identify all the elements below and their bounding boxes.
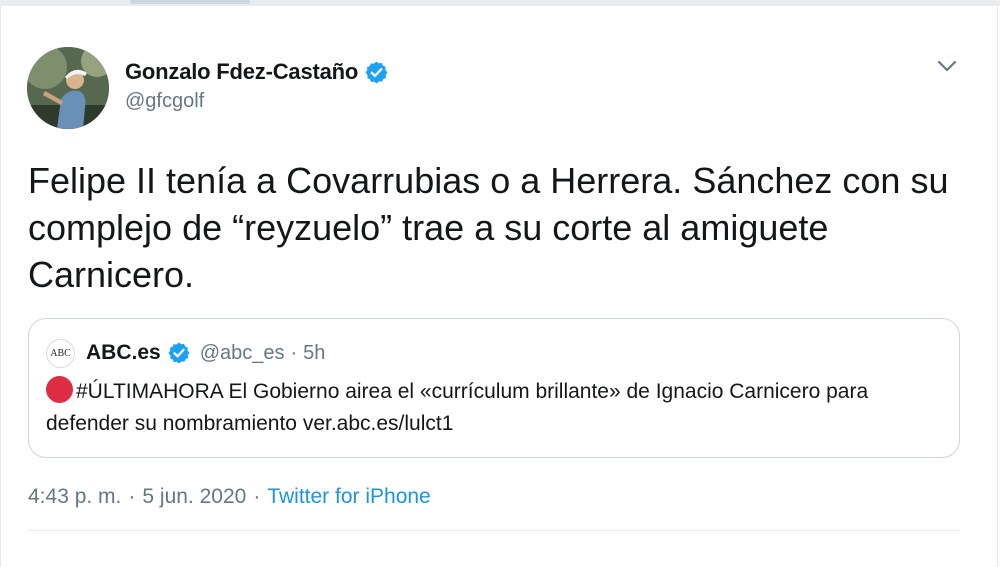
author-avatar[interactable] [27, 47, 109, 129]
author-handle[interactable]: @gfcgolf [125, 90, 389, 113]
previous-tweet-edge [130, 0, 250, 4]
footer-divider [28, 530, 960, 531]
red-circle-emoji-icon [46, 376, 73, 403]
quoted-author-avatar[interactable]: ABC [46, 338, 75, 368]
footer-separator: · [128, 485, 136, 508]
quoted-tweet-text: #ÚLTIMAHORA El Gobierno airea el «curríc… [46, 380, 869, 435]
quoted-author-handle[interactable]: @abc_es [200, 342, 285, 365]
tweet-source-link[interactable]: Twitter for iPhone [267, 485, 430, 509]
verified-badge-icon [167, 341, 191, 365]
quoted-timestamp[interactable]: 5h [303, 342, 325, 365]
quoted-tweet-body: #ÚLTIMAHORA El Gobierno airea el «curríc… [46, 376, 951, 440]
tweet-time[interactable]: 4:43 p. m. [28, 485, 121, 509]
meta-separator: · [290, 341, 298, 364]
tweet-footer: 4:43 p. m. · 5 jun. 2020 · Twitter for i… [28, 485, 431, 509]
chevron-down-icon[interactable] [936, 58, 958, 74]
tweet-date[interactable]: 5 jun. 2020 [142, 485, 246, 509]
verified-badge-icon [364, 60, 389, 85]
quoted-tweet[interactable]: ABC ABC.es @abc_es · 5h #ÚLTIMAHORA El G… [28, 318, 960, 458]
tweet-header: Gonzalo Fdez-Castaño @gfcgolf [125, 55, 389, 113]
tweet-text: Felipe II tenía a Covarrubias o a Herrer… [28, 160, 949, 295]
footer-separator: · [253, 485, 261, 508]
quoted-author-name[interactable]: ABC.es [86, 341, 161, 365]
quoted-tweet-header: ABC ABC.es @abc_es · 5h [46, 338, 325, 368]
author-name[interactable]: Gonzalo Fdez-Castaño [125, 59, 358, 85]
